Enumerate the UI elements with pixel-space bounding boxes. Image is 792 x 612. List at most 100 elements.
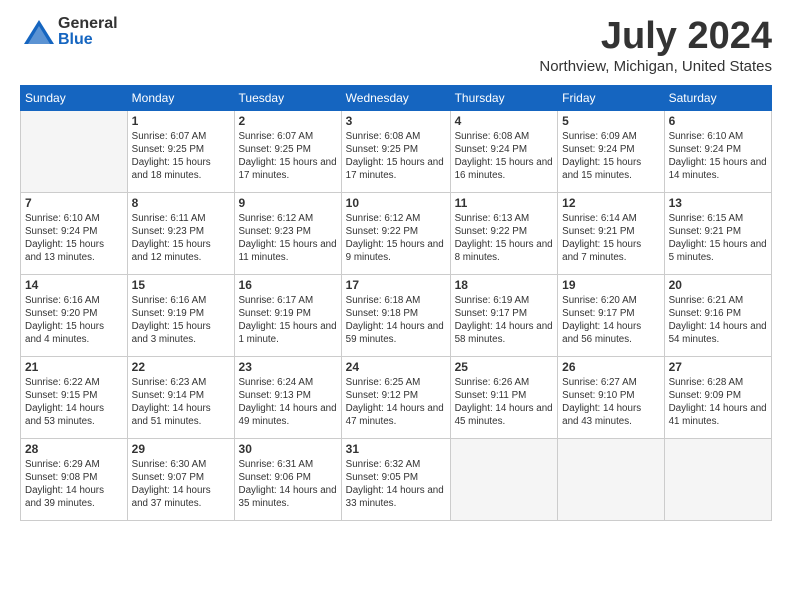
day-info: Sunrise: 6:18 AM Sunset: 9:18 PM Dayligh… [346, 294, 446, 347]
calendar-cell: 2 Sunrise: 6:07 AM Sunset: 9:25 PM Daylig… [234, 110, 341, 192]
calendar-cell: 14 Sunrise: 6:16 AM Sunset: 9:20 PM Dayli… [21, 274, 128, 356]
day-info: Sunrise: 6:15 AM Sunset: 9:21 PM Dayligh… [669, 212, 767, 265]
day-number: 15 [132, 278, 230, 292]
calendar-cell: 24 Sunrise: 6:25 AM Sunset: 9:12 PM Dayli… [341, 356, 450, 438]
calendar-cell: 21 Sunrise: 6:22 AM Sunset: 9:15 PM Dayli… [21, 356, 128, 438]
calendar: SundayMondayTuesdayWednesdayThursdayFrid… [20, 85, 772, 521]
day-info: Sunrise: 6:23 AM Sunset: 9:14 PM Dayligh… [132, 376, 230, 429]
day-info: Sunrise: 6:07 AM Sunset: 9:25 PM Dayligh… [239, 130, 337, 183]
day-number: 27 [669, 360, 767, 374]
day-number: 25 [455, 360, 554, 374]
logo-text: General Blue [58, 16, 118, 48]
day-info: Sunrise: 6:08 AM Sunset: 9:25 PM Dayligh… [346, 130, 446, 183]
day-number: 5 [562, 114, 659, 128]
week-row: 21 Sunrise: 6:22 AM Sunset: 9:15 PM Dayli… [21, 356, 772, 438]
calendar-cell: 16 Sunrise: 6:17 AM Sunset: 9:19 PM Dayli… [234, 274, 341, 356]
subtitle: Northview, Michigan, United States [539, 58, 772, 75]
day-number: 30 [239, 442, 337, 456]
calendar-body: 1 Sunrise: 6:07 AM Sunset: 9:25 PM Daylig… [21, 110, 772, 520]
calendar-cell [664, 438, 771, 520]
day-number: 6 [669, 114, 767, 128]
day-number: 29 [132, 442, 230, 456]
day-header-saturday: Saturday [664, 85, 771, 110]
calendar-cell: 27 Sunrise: 6:28 AM Sunset: 9:09 PM Dayli… [664, 356, 771, 438]
day-info: Sunrise: 6:12 AM Sunset: 9:23 PM Dayligh… [239, 212, 337, 265]
day-header-sunday: Sunday [21, 85, 128, 110]
logo-blue: Blue [58, 32, 118, 48]
calendar-cell: 7 Sunrise: 6:10 AM Sunset: 9:24 PM Daylig… [21, 192, 128, 274]
day-info: Sunrise: 6:31 AM Sunset: 9:06 PM Dayligh… [239, 458, 337, 511]
calendar-cell: 26 Sunrise: 6:27 AM Sunset: 9:10 PM Dayli… [558, 356, 664, 438]
calendar-cell: 22 Sunrise: 6:23 AM Sunset: 9:14 PM Dayli… [127, 356, 234, 438]
day-number: 11 [455, 196, 554, 210]
day-number: 16 [239, 278, 337, 292]
calendar-cell: 8Sunrise: 6:11 AM Sunset: 9:23 PM Daylig… [127, 192, 234, 274]
day-number: 1 [132, 114, 230, 128]
day-number: 14 [25, 278, 123, 292]
day-info: Sunrise: 6:13 AM Sunset: 9:22 PM Dayligh… [455, 212, 554, 265]
day-info: Sunrise: 6:21 AM Sunset: 9:16 PM Dayligh… [669, 294, 767, 347]
calendar-cell: 15 Sunrise: 6:16 AM Sunset: 9:19 PM Dayli… [127, 274, 234, 356]
day-number: 18 [455, 278, 554, 292]
calendar-cell [21, 110, 128, 192]
calendar-cell: 1Sunrise: 6:07 AM Sunset: 9:25 PM Daylig… [127, 110, 234, 192]
day-header-row: SundayMondayTuesdayWednesdayThursdayFrid… [21, 85, 772, 110]
day-info: Sunrise: 6:19 AM Sunset: 9:17 PM Dayligh… [455, 294, 554, 347]
calendar-cell: 28Sunrise: 6:29 AM Sunset: 9:08 PM Dayli… [21, 438, 128, 520]
day-header-thursday: Thursday [450, 85, 558, 110]
main-title: July 2024 [539, 16, 772, 58]
day-info: Sunrise: 6:24 AM Sunset: 9:13 PM Dayligh… [239, 376, 337, 429]
day-info: Sunrise: 6:28 AM Sunset: 9:09 PM Dayligh… [669, 376, 767, 429]
day-number: 26 [562, 360, 659, 374]
calendar-cell: 30 Sunrise: 6:31 AM Sunset: 9:06 PM Dayli… [234, 438, 341, 520]
day-info: Sunrise: 6:09 AM Sunset: 9:24 PM Dayligh… [562, 130, 659, 183]
day-header-monday: Monday [127, 85, 234, 110]
day-header-tuesday: Tuesday [234, 85, 341, 110]
calendar-cell: 6 Sunrise: 6:10 AM Sunset: 9:24 PM Daylig… [664, 110, 771, 192]
day-info: Sunrise: 6:12 AM Sunset: 9:22 PM Dayligh… [346, 212, 446, 265]
day-info: Sunrise: 6:32 AM Sunset: 9:05 PM Dayligh… [346, 458, 446, 511]
day-number: 3 [346, 114, 446, 128]
page: General Blue July 2024 Northview, Michig… [0, 0, 792, 612]
day-info: Sunrise: 6:25 AM Sunset: 9:12 PM Dayligh… [346, 376, 446, 429]
day-info: Sunrise: 6:10 AM Sunset: 9:24 PM Dayligh… [25, 212, 123, 265]
calendar-cell: 25Sunrise: 6:26 AM Sunset: 9:11 PM Dayli… [450, 356, 558, 438]
day-number: 20 [669, 278, 767, 292]
calendar-cell: 19Sunrise: 6:20 AM Sunset: 9:17 PM Dayli… [558, 274, 664, 356]
calendar-cell: 10 Sunrise: 6:12 AM Sunset: 9:22 PM Dayli… [341, 192, 450, 274]
day-info: Sunrise: 6:20 AM Sunset: 9:17 PM Dayligh… [562, 294, 659, 347]
calendar-cell: 18 Sunrise: 6:19 AM Sunset: 9:17 PM Dayli… [450, 274, 558, 356]
calendar-cell: 3 Sunrise: 6:08 AM Sunset: 9:25 PM Daylig… [341, 110, 450, 192]
day-number: 8 [132, 196, 230, 210]
day-number: 12 [562, 196, 659, 210]
day-info: Sunrise: 6:22 AM Sunset: 9:15 PM Dayligh… [25, 376, 123, 429]
day-number: 9 [239, 196, 337, 210]
calendar-cell: 23Sunrise: 6:24 AM Sunset: 9:13 PM Dayli… [234, 356, 341, 438]
calendar-cell: 9 Sunrise: 6:12 AM Sunset: 9:23 PM Daylig… [234, 192, 341, 274]
title-block: July 2024 Northview, Michigan, United St… [539, 16, 772, 75]
calendar-header: SundayMondayTuesdayWednesdayThursdayFrid… [21, 85, 772, 110]
calendar-cell: 20 Sunrise: 6:21 AM Sunset: 9:16 PM Dayli… [664, 274, 771, 356]
day-number: 2 [239, 114, 337, 128]
logo-icon [20, 16, 58, 54]
calendar-cell [450, 438, 558, 520]
day-number: 21 [25, 360, 123, 374]
calendar-cell: 11 Sunrise: 6:13 AM Sunset: 9:22 PM Dayli… [450, 192, 558, 274]
day-info: Sunrise: 6:29 AM Sunset: 9:08 PM Dayligh… [25, 458, 123, 511]
day-info: Sunrise: 6:17 AM Sunset: 9:19 PM Dayligh… [239, 294, 337, 347]
day-info: Sunrise: 6:10 AM Sunset: 9:24 PM Dayligh… [669, 130, 767, 183]
day-info: Sunrise: 6:14 AM Sunset: 9:21 PM Dayligh… [562, 212, 659, 265]
day-number: 24 [346, 360, 446, 374]
day-number: 22 [132, 360, 230, 374]
calendar-cell: 12 Sunrise: 6:14 AM Sunset: 9:21 PM Dayli… [558, 192, 664, 274]
day-info: Sunrise: 6:27 AM Sunset: 9:10 PM Dayligh… [562, 376, 659, 429]
calendar-cell: 4Sunrise: 6:08 AM Sunset: 9:24 PM Daylig… [450, 110, 558, 192]
day-number: 7 [25, 196, 123, 210]
day-info: Sunrise: 6:30 AM Sunset: 9:07 PM Dayligh… [132, 458, 230, 511]
week-row: 1 Sunrise: 6:07 AM Sunset: 9:25 PM Daylig… [21, 110, 772, 192]
day-info: Sunrise: 6:16 AM Sunset: 9:19 PM Dayligh… [132, 294, 230, 347]
week-row: 14 Sunrise: 6:16 AM Sunset: 9:20 PM Dayli… [21, 274, 772, 356]
day-header-friday: Friday [558, 85, 664, 110]
day-number: 10 [346, 196, 446, 210]
day-info: Sunrise: 6:16 AM Sunset: 9:20 PM Dayligh… [25, 294, 123, 347]
